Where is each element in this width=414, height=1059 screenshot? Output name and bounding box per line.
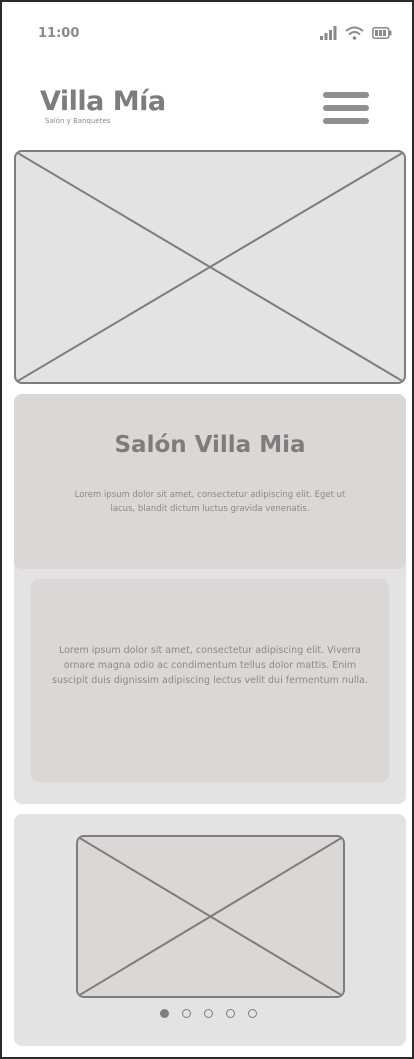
image-placeholder-icon — [16, 152, 404, 382]
carousel-pagination — [160, 1009, 260, 1021]
hero-image-placeholder — [14, 150, 406, 384]
info-body-card: Lorem ipsum dolor sit amet, consectetur … — [31, 579, 389, 782]
brand-subtitle: Salón y Banquetes — [45, 117, 111, 125]
hamburger-menu-icon[interactable] — [323, 92, 371, 128]
info-card: Salón Villa Mia Lorem ipsum dolor sit am… — [14, 394, 406, 804]
info-lead-text: Lorem ipsum dolor sit amet, consectetur … — [74, 490, 346, 514]
image-carousel[interactable] — [14, 814, 406, 1046]
menu-bar — [323, 92, 369, 98]
status-time: 11:00 — [38, 26, 80, 41]
info-title: Salón Villa Mia — [114, 432, 306, 458]
menu-bar — [323, 105, 369, 111]
carousel-image-placeholder[interactable] — [76, 835, 345, 998]
menu-bar — [323, 118, 369, 124]
status-icons — [320, 26, 392, 40]
phone-frame: 11:00 Villa Mía Salón y Banquetes Salón … — [0, 0, 414, 1059]
carousel-dot[interactable] — [248, 1009, 257, 1018]
battery-icon — [372, 27, 392, 39]
carousel-dot[interactable] — [204, 1009, 213, 1018]
info-header-card: Salón Villa Mia Lorem ipsum dolor sit am… — [14, 394, 406, 569]
image-placeholder-icon — [78, 837, 343, 996]
wifi-icon — [345, 26, 364, 40]
signal-icon — [320, 26, 337, 40]
carousel-dot[interactable] — [226, 1009, 235, 1018]
carousel-dot[interactable] — [160, 1009, 169, 1018]
carousel-dot[interactable] — [182, 1009, 191, 1018]
info-body-text: Lorem ipsum dolor sit amet, consectetur … — [52, 645, 368, 686]
brand-title: Villa Mía — [40, 86, 166, 117]
